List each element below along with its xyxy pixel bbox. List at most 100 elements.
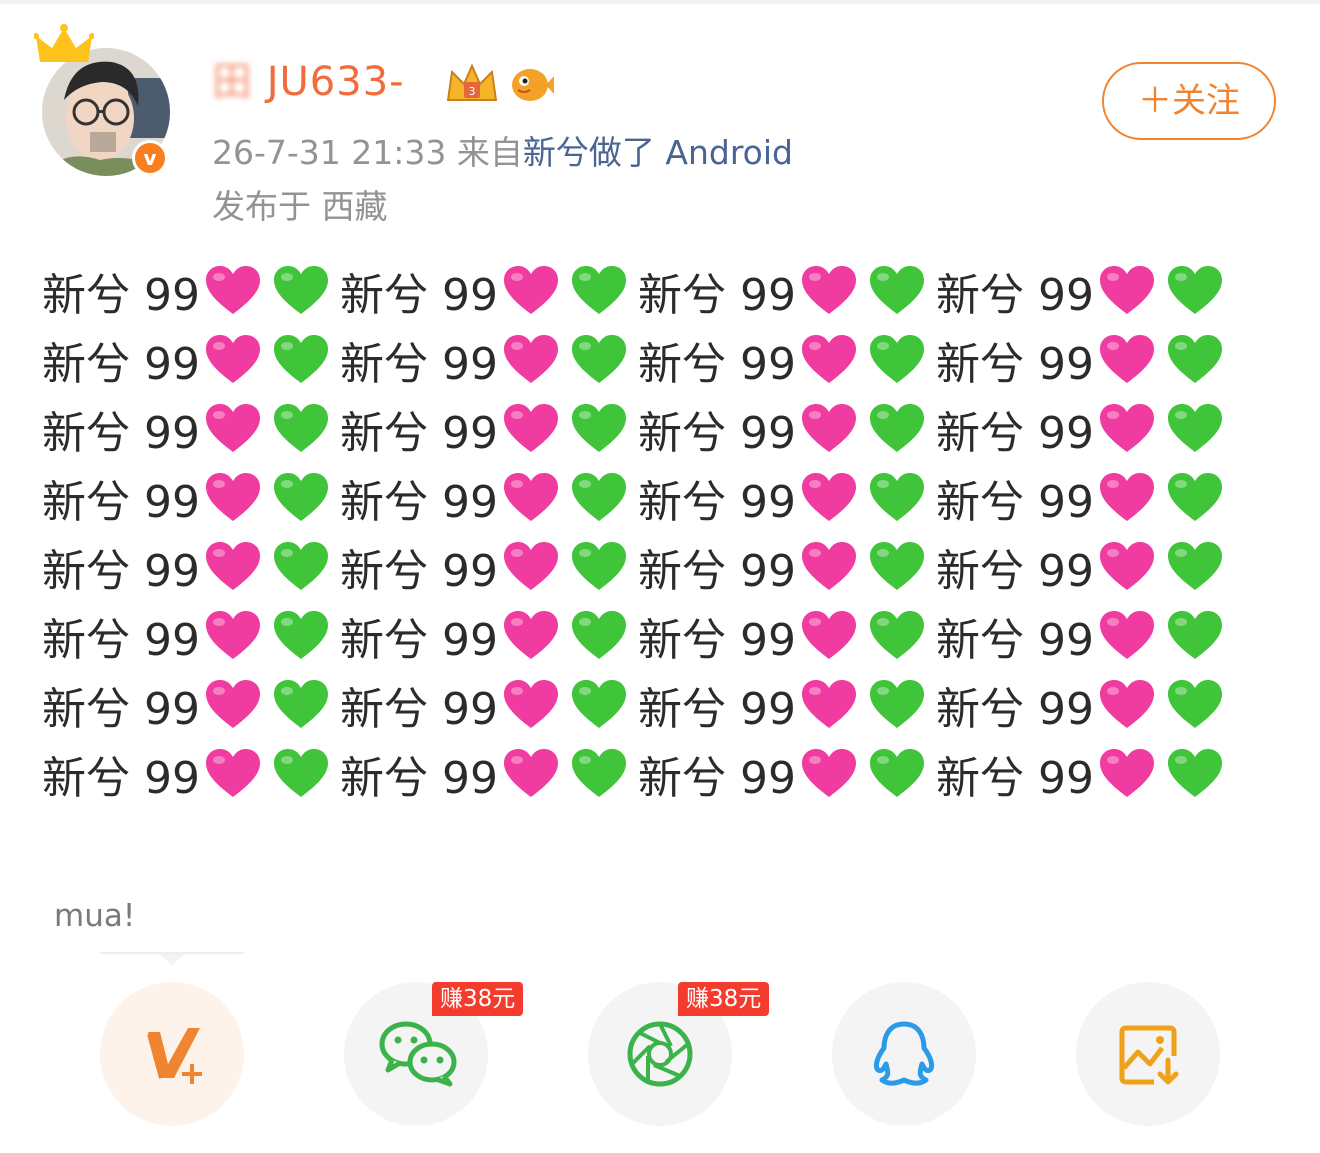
content-text: 新兮 99 — [340, 545, 498, 597]
content-text: 新兮 99 — [638, 545, 796, 597]
username-blurred: 田 — [212, 59, 253, 105]
content-segment: 新兮 99 — [638, 673, 936, 737]
pink-heart-icon — [205, 403, 260, 452]
pink-heart-icon — [1099, 403, 1154, 452]
pink-heart-icon — [503, 334, 558, 383]
content-text: 新兮 99 — [936, 545, 1094, 597]
green-heart-icon — [1167, 610, 1222, 659]
green-heart-icon — [571, 610, 626, 659]
content-segment: 新兮 99 — [638, 535, 936, 599]
pink-heart-icon — [801, 403, 856, 452]
green-heart-icon — [571, 541, 626, 590]
content-row: 新兮 99 新兮 99 新兮 99 新兮 99 — [42, 325, 1302, 394]
green-heart-icon — [571, 334, 626, 383]
pink-heart-icon — [1099, 679, 1154, 728]
pink-heart-icon — [1099, 748, 1154, 797]
green-heart-icon — [869, 265, 924, 314]
content-row: 新兮 99 新兮 99 新兮 99 新兮 99 — [42, 739, 1302, 808]
content-text: 新兮 99 — [936, 338, 1094, 390]
source-link[interactable]: 新兮做了 Android — [523, 133, 793, 172]
content-row: 新兮 99 新兮 99 新兮 99 新兮 99 — [42, 601, 1302, 670]
fish-badge-icon[interactable] — [508, 64, 554, 104]
content-segment: 新兮 99 — [42, 535, 340, 599]
green-heart-icon — [1167, 403, 1222, 452]
content-segment: 新兮 99 — [638, 259, 936, 323]
content-segment: 新兮 99 — [638, 604, 936, 668]
content-text: 新兮 99 — [638, 752, 796, 804]
green-heart-icon — [1167, 472, 1222, 521]
save-image-icon — [1119, 1025, 1179, 1085]
green-heart-icon — [273, 748, 328, 797]
content-segment: 新兮 99 — [340, 397, 638, 461]
content-text: 新兮 99 — [42, 269, 200, 321]
earn-badge-wechat: 赚38元 — [432, 982, 524, 1016]
source-prefix: 来自 — [456, 133, 523, 172]
green-heart-icon — [1167, 541, 1222, 590]
username[interactable]: 田 JU633- — [212, 58, 405, 106]
content-text: 新兮 99 — [340, 476, 498, 528]
content-segment: 新兮 99 — [936, 328, 1234, 392]
qq-icon — [873, 1021, 935, 1086]
green-heart-icon — [273, 541, 328, 590]
green-heart-icon — [273, 334, 328, 383]
green-heart-icon — [869, 679, 924, 728]
content-text: 新兮 99 — [936, 407, 1094, 459]
pink-heart-icon — [801, 610, 856, 659]
content-text: 新兮 99 — [638, 407, 796, 459]
content-segment: 新兮 99 — [340, 742, 638, 806]
post-content: 新兮 99 新兮 99 新兮 99 新兮 99 新兮 99 新兮 99 新兮 99 新兮 99… — [42, 256, 1302, 808]
content-segment: 新兮 99 — [42, 742, 340, 806]
content-text: 新兮 99 — [42, 683, 200, 735]
green-heart-icon — [869, 610, 924, 659]
content-row: 新兮 99 新兮 99 新兮 99 新兮 99 — [42, 532, 1302, 601]
content-segment: 新兮 99 — [42, 466, 340, 530]
content-text: 新兮 99 — [638, 269, 796, 321]
content-segment: 新兮 99 — [42, 604, 340, 668]
pink-heart-icon — [205, 679, 260, 728]
pink-heart-icon — [205, 265, 260, 314]
content-text: 新兮 99 — [42, 752, 200, 804]
pink-heart-icon — [801, 679, 856, 728]
green-heart-icon — [571, 265, 626, 314]
content-text: 新兮 99 — [936, 614, 1094, 666]
green-heart-icon — [273, 403, 328, 452]
content-segment: 新兮 99 — [42, 397, 340, 461]
pink-heart-icon — [801, 265, 856, 314]
content-segment: 新兮 99 — [42, 673, 340, 737]
content-text: 新兮 99 — [42, 338, 200, 390]
content-segment: 新兮 99 — [638, 466, 936, 530]
save-image-button[interactable] — [1076, 982, 1220, 1126]
content-row: 新兮 99 新兮 99 新兮 99 新兮 99 — [42, 256, 1302, 325]
pink-heart-icon — [1099, 541, 1154, 590]
content-text: 新兮 99 — [638, 338, 796, 390]
svg-text:3: 3 — [469, 85, 476, 98]
content-row: 新兮 99 新兮 99 新兮 99 新兮 99 — [42, 670, 1302, 739]
green-heart-icon — [571, 679, 626, 728]
pink-heart-icon — [205, 541, 260, 590]
earn-badge-moments: 赚38元 — [678, 982, 770, 1016]
content-text: 新兮 99 — [42, 407, 200, 459]
top-divider — [0, 0, 1320, 4]
content-segment: 新兮 99 — [340, 328, 638, 392]
green-heart-icon — [1167, 334, 1222, 383]
content-row: 新兮 99 新兮 99 新兮 99 新兮 99 — [42, 463, 1302, 532]
vip-crown-badge-icon[interactable]: 3 — [444, 62, 500, 106]
content-segment: 新兮 99 — [936, 259, 1234, 323]
pink-heart-icon — [503, 472, 558, 521]
content-segment: 新兮 99 — [936, 604, 1234, 668]
content-segment: 新兮 99 — [340, 466, 638, 530]
share-qq-button[interactable] — [832, 982, 976, 1126]
green-heart-icon — [869, 748, 924, 797]
follow-button[interactable]: ＋关注 — [1102, 62, 1276, 140]
share-weibo-button[interactable] — [100, 982, 244, 1126]
content-text: 新兮 99 — [340, 269, 498, 321]
green-heart-icon — [273, 679, 328, 728]
content-segment: 新兮 99 — [340, 673, 638, 737]
content-text: 新兮 99 — [936, 269, 1094, 321]
pink-heart-icon — [503, 541, 558, 590]
content-text: 新兮 99 — [638, 683, 796, 735]
green-heart-icon — [869, 403, 924, 452]
content-segment: 新兮 99 — [936, 466, 1234, 530]
pink-heart-icon — [801, 748, 856, 797]
content-text: 新兮 99 — [340, 683, 498, 735]
